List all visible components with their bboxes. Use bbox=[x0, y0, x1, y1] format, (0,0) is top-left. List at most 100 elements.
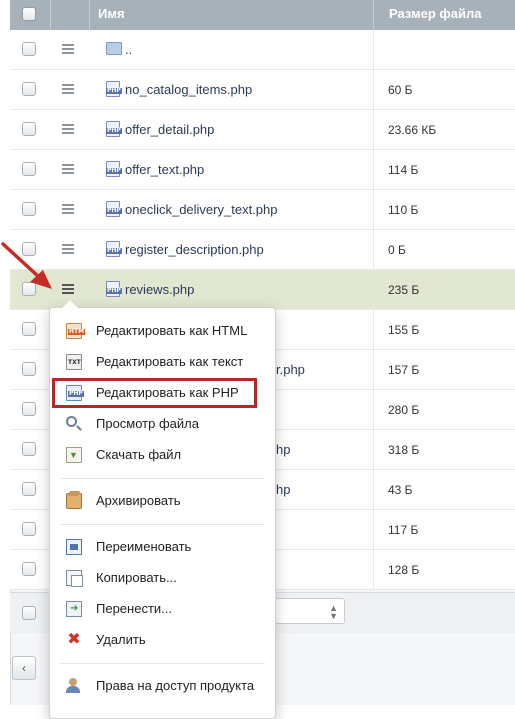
file-size: 235 Б bbox=[388, 283, 420, 297]
file-name[interactable]: offer_detail.php bbox=[125, 110, 214, 150]
column-divider bbox=[373, 30, 374, 70]
menu-divider bbox=[60, 524, 265, 525]
column-divider bbox=[373, 70, 374, 110]
table-row[interactable]: PHP offer_detail.php 23.66 КБ bbox=[10, 110, 515, 150]
view-icon bbox=[66, 416, 77, 427]
file-name[interactable]: .. bbox=[125, 30, 132, 70]
file-size: 128 Б bbox=[388, 563, 420, 577]
column-divider bbox=[373, 550, 374, 590]
text-file-icon: TXT bbox=[66, 354, 82, 370]
file-size: 23.66 КБ bbox=[388, 123, 437, 137]
menu-item-edit-html[interactable]: HTM Редактировать как HTML bbox=[50, 317, 275, 345]
menu-item-label: Редактировать как текст bbox=[96, 354, 244, 369]
pager-prev-button[interactable]: ‹ bbox=[12, 656, 36, 680]
menu-item-archive[interactable]: Архивировать bbox=[50, 487, 275, 515]
size-column-header[interactable]: Размер файла bbox=[389, 0, 482, 30]
row-checkbox[interactable] bbox=[22, 42, 36, 56]
row-menu-icon[interactable] bbox=[62, 44, 74, 54]
menu-item-label: Переименовать bbox=[96, 539, 192, 554]
download-icon bbox=[66, 447, 82, 463]
copy-icon bbox=[66, 570, 83, 587]
menu-item-label: Архивировать bbox=[96, 493, 181, 508]
table-row[interactable]: PHP register_description.php 0 Б bbox=[10, 230, 515, 270]
file-name[interactable]: oneclick_delivery_text.php bbox=[125, 190, 277, 230]
row-menu-icon[interactable] bbox=[62, 244, 74, 254]
menu-divider bbox=[60, 478, 265, 479]
column-divider bbox=[373, 510, 374, 550]
row-menu-icon[interactable] bbox=[62, 284, 74, 294]
file-size: 157 Б bbox=[388, 363, 420, 377]
file-name-partial[interactable]: r.php bbox=[276, 350, 305, 390]
row-menu-icon[interactable] bbox=[62, 124, 74, 134]
menu-item-label: Скачать файл bbox=[96, 447, 182, 462]
row-checkbox[interactable] bbox=[22, 202, 36, 216]
menu-divider bbox=[60, 663, 265, 664]
table-row-selected[interactable]: PHP reviews.php 235 Б bbox=[10, 270, 515, 310]
file-name[interactable]: reviews.php bbox=[125, 270, 194, 310]
menu-item-label: Перенести... bbox=[96, 601, 172, 616]
php-file-icon: PHP bbox=[106, 281, 122, 297]
file-size: 0 Б bbox=[388, 243, 406, 257]
menu-item-view-file[interactable]: Просмотр файла bbox=[50, 410, 275, 438]
menu-item-edit-text[interactable]: TXT Редактировать как текст bbox=[50, 348, 275, 376]
file-name-partial[interactable]: hp bbox=[276, 470, 290, 510]
row-checkbox[interactable] bbox=[22, 162, 36, 176]
row-checkbox[interactable] bbox=[22, 82, 36, 96]
row-checkbox[interactable] bbox=[22, 322, 36, 336]
file-name[interactable]: no_catalog_items.php bbox=[125, 70, 252, 110]
archive-icon bbox=[66, 493, 82, 509]
row-menu-icon[interactable] bbox=[62, 164, 74, 174]
move-icon bbox=[66, 601, 82, 617]
php-file-icon: PHP bbox=[106, 241, 122, 257]
file-size: 43 Б bbox=[388, 483, 413, 497]
file-size: 110 Б bbox=[388, 203, 419, 217]
menu-item-download[interactable]: Скачать файл bbox=[50, 441, 275, 469]
file-size: 318 Б bbox=[388, 443, 420, 457]
column-divider bbox=[50, 0, 51, 30]
group-action-select[interactable]: ▲ ▼ bbox=[275, 598, 345, 624]
menu-item-copy[interactable]: Копировать... bbox=[50, 564, 275, 592]
file-size: 114 Б bbox=[388, 163, 419, 177]
folder-up-icon bbox=[106, 42, 122, 55]
table-row[interactable]: PHP no_catalog_items.php 60 Б bbox=[10, 70, 515, 110]
row-checkbox[interactable] bbox=[22, 562, 36, 576]
name-column-header[interactable]: Имя bbox=[98, 0, 125, 30]
file-context-menu: HTM Редактировать как HTML TXT Редактиро… bbox=[49, 300, 276, 719]
table-row-parent-folder[interactable]: .. bbox=[10, 30, 515, 70]
menu-item-rename[interactable]: Переименовать bbox=[50, 533, 275, 561]
menu-item-label: Копировать... bbox=[96, 570, 177, 585]
php-file-icon: PHP bbox=[106, 121, 122, 137]
column-divider bbox=[373, 390, 374, 430]
row-checkbox[interactable] bbox=[22, 402, 36, 416]
column-divider bbox=[373, 350, 374, 390]
delete-icon: ✖ bbox=[67, 631, 81, 648]
menu-pointer-notch bbox=[62, 300, 78, 308]
menu-item-move[interactable]: Перенести... bbox=[50, 595, 275, 623]
menu-item-label: Редактировать как HTML bbox=[96, 323, 248, 338]
footer-select-all-checkbox[interactable] bbox=[22, 606, 36, 620]
row-checkbox[interactable] bbox=[22, 522, 36, 536]
column-divider bbox=[373, 430, 374, 470]
row-checkbox[interactable] bbox=[22, 482, 36, 496]
column-divider bbox=[89, 0, 90, 30]
select-all-checkbox[interactable] bbox=[22, 7, 36, 21]
menu-item-access-rights[interactable]: Права на доступ продукта bbox=[50, 672, 275, 700]
chevron-updown-icon: ▲ ▼ bbox=[329, 603, 338, 621]
menu-item-label: Права на доступ продукта bbox=[96, 678, 255, 693]
php-file-icon: PHP bbox=[106, 201, 122, 217]
column-divider bbox=[373, 310, 374, 350]
row-menu-icon[interactable] bbox=[62, 204, 74, 214]
table-row[interactable]: PHP offer_text.php 114 Б bbox=[10, 150, 515, 190]
access-rights-icon bbox=[66, 678, 82, 694]
file-name[interactable]: offer_text.php bbox=[125, 150, 204, 190]
row-checkbox[interactable] bbox=[22, 362, 36, 376]
table-row[interactable]: PHP oneclick_delivery_text.php 110 Б bbox=[10, 190, 515, 230]
row-menu-icon[interactable] bbox=[62, 84, 74, 94]
file-name[interactable]: register_description.php bbox=[125, 230, 264, 270]
row-checkbox[interactable] bbox=[22, 442, 36, 456]
column-divider bbox=[373, 150, 374, 190]
html-file-icon: HTM bbox=[66, 323, 86, 339]
row-checkbox[interactable] bbox=[22, 122, 36, 136]
menu-item-delete[interactable]: ✖ Удалить bbox=[50, 626, 275, 654]
file-name-partial[interactable]: hp bbox=[276, 430, 290, 470]
